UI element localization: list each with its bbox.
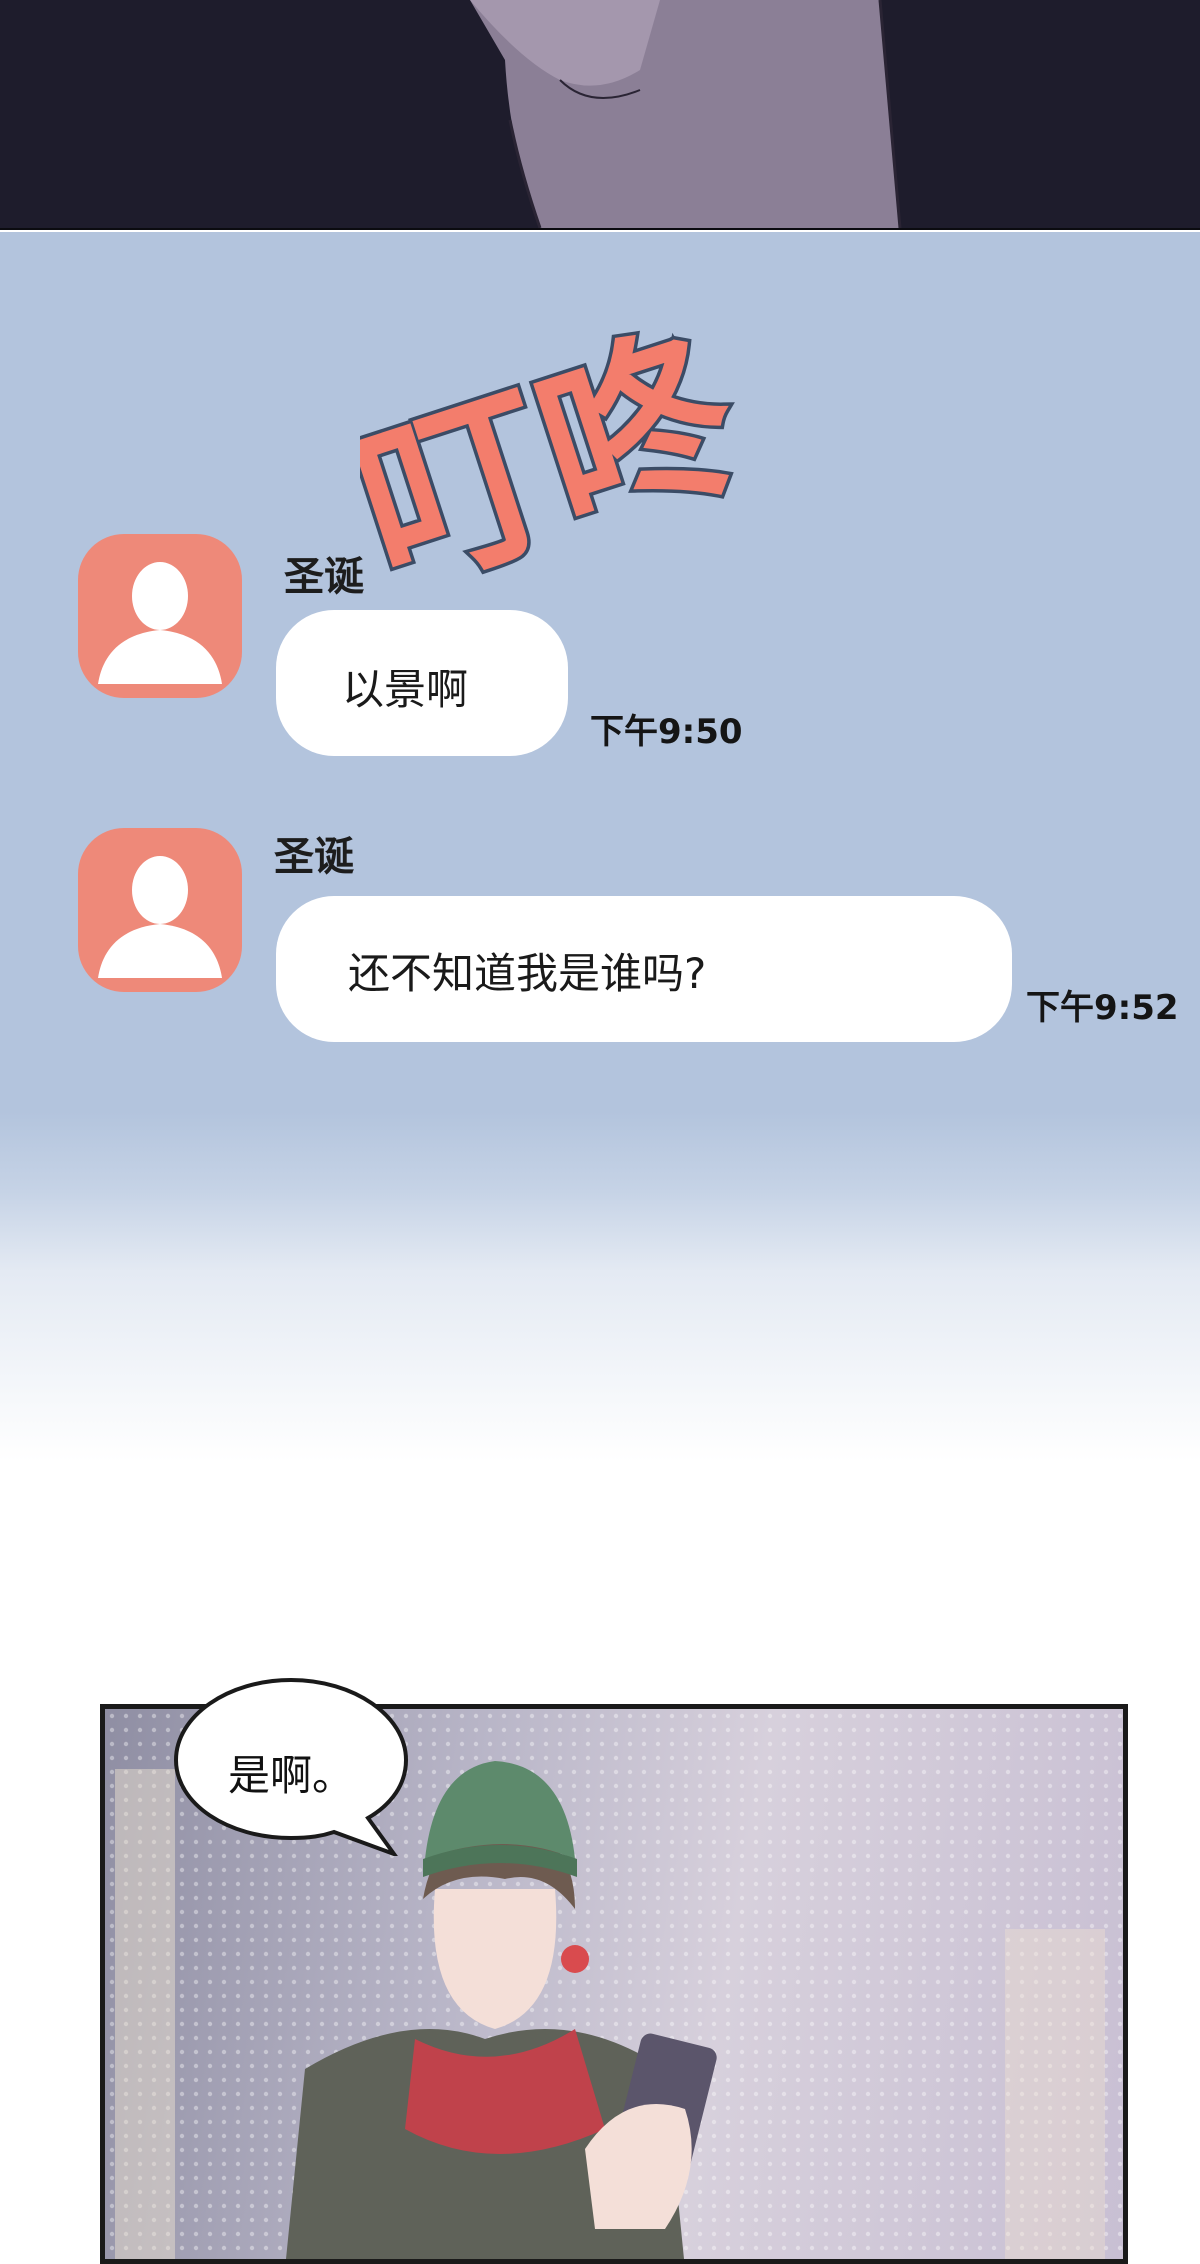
sound-effect-text: 叮咚 xyxy=(360,312,762,627)
user-silhouette-icon xyxy=(98,856,222,978)
message-text: 以景啊 xyxy=(342,665,469,714)
user-silhouette-icon xyxy=(98,562,222,684)
sender-name: 圣诞 xyxy=(274,834,354,880)
message-text: 还不知道我是谁吗? xyxy=(348,949,707,998)
avatar[interactable] xyxy=(78,828,242,992)
message-time: 下午9:50 xyxy=(590,712,743,752)
top-comic-panel xyxy=(0,0,1200,230)
top-panel-illustration xyxy=(470,0,902,229)
message-time: 下午9:52 xyxy=(1026,988,1179,1028)
sender-name: 圣诞 xyxy=(284,554,364,600)
panel-border xyxy=(0,228,1200,230)
avatar[interactable] xyxy=(78,534,242,698)
speech-text: 是啊。 xyxy=(228,1751,355,1800)
